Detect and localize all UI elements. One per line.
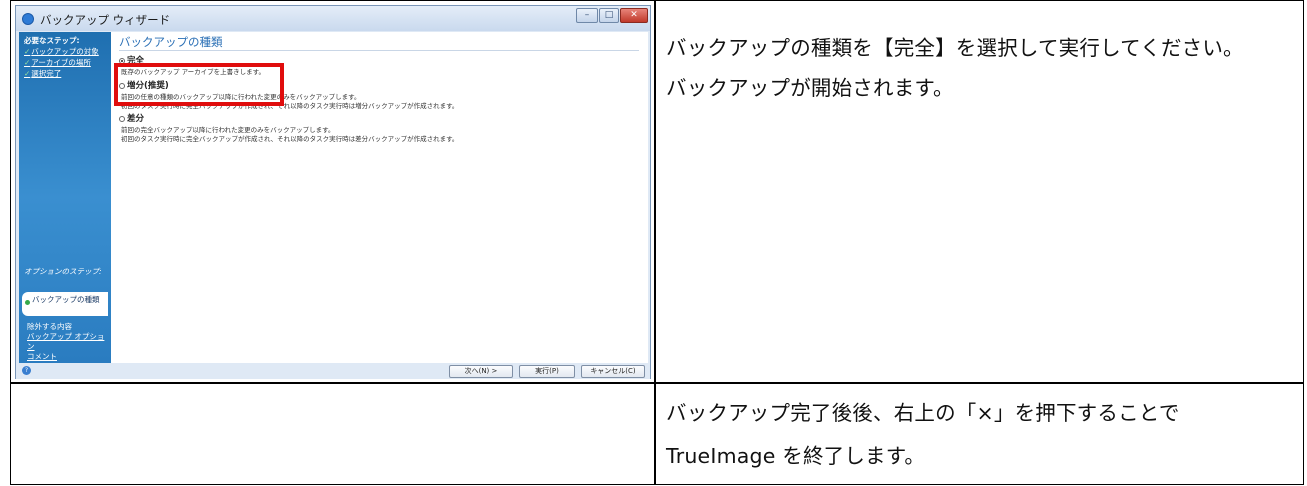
- radio-icon[interactable]: [119, 116, 125, 122]
- window-title: バックアップ ウィザード: [40, 13, 171, 27]
- app-logo-icon: [22, 13, 34, 25]
- help-icon[interactable]: ?: [22, 366, 31, 375]
- step-comment[interactable]: コメント: [27, 352, 57, 362]
- step-backup-options[interactable]: バックアップ オプション: [27, 332, 111, 352]
- step-exclusions[interactable]: 除外する内容: [27, 322, 72, 332]
- content-title: バックアップの種類: [119, 35, 223, 49]
- step2-line2: TrueImage を終了します。: [666, 444, 926, 468]
- maximize-button[interactable]: □: [599, 8, 619, 23]
- wizard-bottom-bar: ? 次へ(N) > 実行(P) キャンセル(C): [16, 363, 650, 379]
- table-column-divider: [654, 1, 656, 484]
- title-divider: [119, 50, 639, 51]
- optional-steps-heading: オプションのステップ:: [24, 267, 102, 276]
- title-bar: バックアップ ウィザード – □ ✕: [16, 6, 650, 31]
- close-button[interactable]: ✕: [620, 8, 648, 23]
- step1-line2: バックアップが開始されます。: [666, 76, 954, 100]
- option-differential-description-2: 初回のタスク実行時に完全バックアップが作成され、それ以降のタスク実行時は差分バッ…: [121, 135, 459, 143]
- wizard-sidebar: 必要なステップ: ✓バックアップの対象 ✓アーカイブの場所 ✓選択完了 オプショ…: [19, 32, 111, 363]
- table-row-divider: [11, 382, 1303, 384]
- next-button[interactable]: 次へ(N) >: [449, 365, 513, 378]
- execute-button[interactable]: 実行(P): [519, 365, 575, 378]
- step-selection-complete[interactable]: ✓選択完了: [24, 68, 61, 79]
- minimize-button[interactable]: –: [576, 8, 598, 23]
- backup-wizard-window: バックアップ ウィザード – □ ✕ 必要なステップ: ✓バックアップの対象 ✓…: [15, 5, 651, 379]
- required-steps-heading: 必要なステップ:: [24, 36, 80, 45]
- option-differential-description-1: 前回の完全バックアップ以降に行われた変更のみをバックアップします。: [121, 126, 335, 134]
- step1-line1: バックアップの種類を【完全】を選択して実行してください。: [666, 36, 1244, 60]
- check-icon: ✓: [24, 58, 31, 67]
- check-icon: ✓: [24, 47, 31, 56]
- step-archive-location[interactable]: ✓アーカイブの場所: [24, 57, 91, 68]
- step2-line1: バックアップ完了後後、右上の「×」を押下することで: [666, 401, 1180, 425]
- step-backup-target[interactable]: ✓バックアップの対象: [24, 46, 99, 57]
- full-option-highlight: [114, 63, 284, 106]
- step-backup-type-selected[interactable]: バックアップの種類: [22, 292, 108, 316]
- instruction-table: バックアップ ウィザード – □ ✕ 必要なステップ: ✓バックアップの対象 ✓…: [10, 0, 1304, 485]
- cancel-button[interactable]: キャンセル(C): [581, 365, 645, 378]
- check-icon: ✓: [24, 69, 31, 78]
- option-differential[interactable]: 差分: [119, 114, 144, 124]
- current-step-icon: [25, 300, 30, 305]
